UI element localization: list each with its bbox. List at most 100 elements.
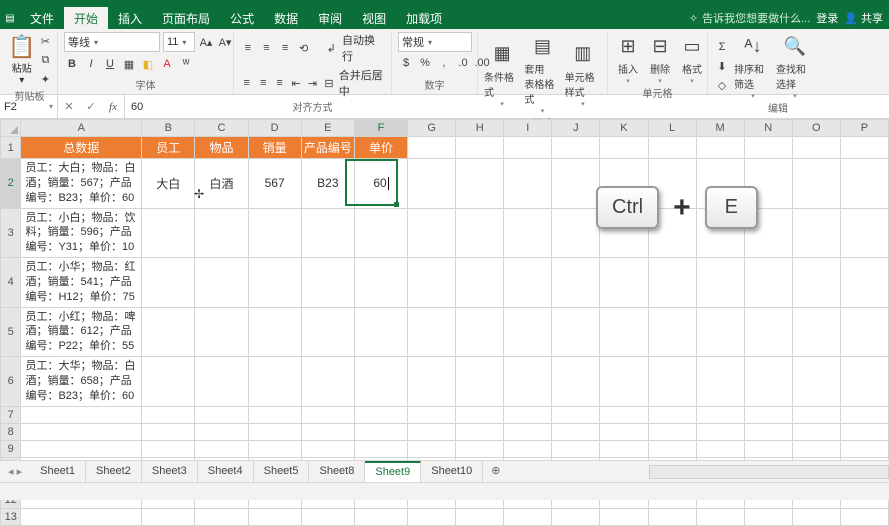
cell[interactable]	[354, 258, 407, 308]
cell[interactable]	[195, 307, 248, 357]
col-header[interactable]: B	[142, 120, 195, 137]
cell[interactable]	[792, 159, 840, 209]
cell[interactable]	[792, 440, 840, 457]
cell[interactable]	[552, 208, 600, 258]
cell[interactable]	[648, 258, 696, 308]
tab-data[interactable]: 数据	[264, 7, 308, 29]
row-header[interactable]: 8	[1, 423, 21, 440]
cell[interactable]	[195, 508, 248, 525]
tell-me-box[interactable]: ✧ 告诉我您想要做什么...	[689, 10, 810, 26]
cell[interactable]	[648, 508, 696, 525]
col-header[interactable]: E	[301, 120, 354, 137]
cell[interactable]	[248, 406, 301, 423]
cell[interactable]	[600, 307, 648, 357]
cell[interactable]	[142, 423, 195, 440]
paste-button[interactable]: 📋 粘贴 ▾	[8, 34, 35, 86]
cell[interactable]	[21, 423, 142, 440]
col-header[interactable]: O	[792, 120, 840, 137]
share-button[interactable]: 👤 共享	[844, 10, 883, 26]
percent-button[interactable]: %	[417, 54, 433, 72]
cell[interactable]	[195, 357, 248, 407]
cell[interactable]	[301, 258, 354, 308]
cell[interactable]	[456, 440, 504, 457]
col-header[interactable]: A	[21, 120, 142, 137]
underline-button[interactable]: U	[102, 55, 118, 73]
row-header[interactable]: 13	[1, 508, 21, 525]
format-painter-button[interactable]: ✦	[37, 70, 53, 88]
row-header[interactable]: 4	[1, 258, 21, 308]
merge-button[interactable]: ⊟	[322, 74, 335, 92]
cell[interactable]	[456, 258, 504, 308]
cell[interactable]	[142, 440, 195, 457]
cell[interactable]	[142, 406, 195, 423]
col-header[interactable]: C	[195, 120, 248, 137]
font-name-combo[interactable]: 等线▾	[64, 32, 160, 52]
cell[interactable]	[792, 508, 840, 525]
cell[interactable]	[21, 406, 142, 423]
cell[interactable]	[552, 258, 600, 308]
cell[interactable]	[408, 440, 456, 457]
cell[interactable]	[840, 423, 888, 440]
horizontal-scrollbar[interactable]	[649, 465, 889, 479]
row-header[interactable]: 3	[1, 208, 21, 258]
cell[interactable]	[504, 307, 552, 357]
select-all-button[interactable]	[1, 120, 21, 137]
currency-button[interactable]: $	[398, 54, 414, 72]
cell[interactable]	[648, 357, 696, 407]
cell[interactable]	[195, 258, 248, 308]
cell[interactable]	[301, 440, 354, 457]
row-header[interactable]: 1	[1, 137, 21, 159]
cell[interactable]	[792, 137, 840, 159]
row-header[interactable]: 6	[1, 357, 21, 407]
cell[interactable]	[195, 440, 248, 457]
cell[interactable]	[354, 208, 407, 258]
number-format-combo[interactable]: 常规▾	[398, 32, 472, 52]
sheet-tab[interactable]: Sheet4	[198, 461, 254, 482]
cell[interactable]	[696, 508, 744, 525]
cell[interactable]	[142, 508, 195, 525]
cell[interactable]: 白酒	[195, 159, 248, 209]
cell[interactable]	[504, 423, 552, 440]
cell[interactable]	[696, 258, 744, 308]
increase-font-button[interactable]: A▴	[198, 33, 214, 51]
tab-addins[interactable]: 加载项	[396, 7, 452, 29]
cell[interactable]	[552, 137, 600, 159]
cell[interactable]	[840, 137, 888, 159]
cell[interactable]	[840, 357, 888, 407]
find-select-button[interactable]: 🔍查找和选择▾	[776, 32, 814, 100]
header-cell[interactable]: 销量	[248, 137, 301, 159]
header-cell[interactable]: 员工	[142, 137, 195, 159]
cell[interactable]	[552, 406, 600, 423]
cell[interactable]: 员工：大华；物品：白酒；销量：658；产品编号：B23；单价：60	[21, 357, 142, 407]
decrease-indent-button[interactable]: ⇤	[289, 74, 302, 92]
col-header[interactable]: K	[600, 120, 648, 137]
cell[interactable]	[408, 508, 456, 525]
cell[interactable]	[792, 357, 840, 407]
sheet-tab[interactable]: Sheet10	[421, 461, 483, 482]
cell[interactable]: B23	[301, 159, 354, 209]
cell[interactable]	[552, 357, 600, 407]
col-header[interactable]: L	[648, 120, 696, 137]
sheet-tab[interactable]: Sheet5	[254, 461, 310, 482]
cell[interactable]	[408, 406, 456, 423]
cell[interactable]: 员工：大白；物品：白酒；销量：567；产品编号：B23；单价：60	[21, 159, 142, 209]
tab-view[interactable]: 视图	[352, 7, 396, 29]
cell[interactable]	[195, 208, 248, 258]
italic-button[interactable]: I	[83, 55, 99, 73]
cell[interactable]	[354, 440, 407, 457]
insert-cells-button[interactable]: ⊞插入▾	[614, 32, 642, 85]
header-cell[interactable]: 物品	[195, 137, 248, 159]
enter-button[interactable]: ✓	[80, 100, 102, 113]
cell[interactable]	[456, 406, 504, 423]
cell[interactable]	[840, 159, 888, 209]
cell[interactable]	[792, 208, 840, 258]
cell[interactable]	[600, 508, 648, 525]
col-header[interactable]: I	[504, 120, 552, 137]
col-header[interactable]: F	[354, 120, 407, 137]
orientation-button[interactable]: ⟲	[296, 39, 312, 57]
bold-button[interactable]: B	[64, 55, 80, 73]
header-cell[interactable]: 产品编号	[301, 137, 354, 159]
col-header[interactable]: D	[248, 120, 301, 137]
cell[interactable]	[840, 208, 888, 258]
cell[interactable]	[301, 357, 354, 407]
